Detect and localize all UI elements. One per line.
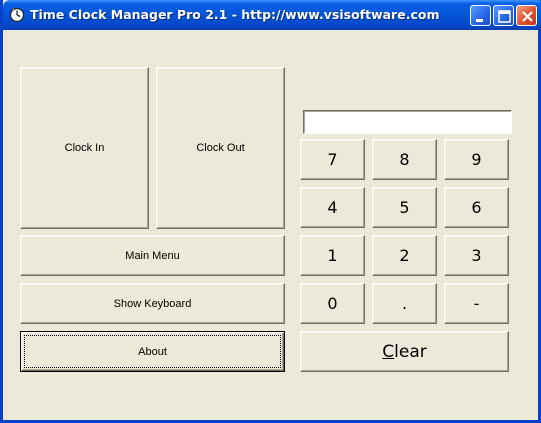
key-5-button[interactable]: 5 <box>372 187 437 228</box>
key-label: 2 <box>399 246 410 265</box>
show-keyboard-button[interactable]: Show Keyboard <box>20 283 285 324</box>
window-title: Time Clock Manager Pro 2.1 - http://www.… <box>30 7 440 22</box>
minimize-button[interactable] <box>470 5 491 26</box>
clock-out-button[interactable]: Clock Out <box>156 67 285 229</box>
clock-out-label: Clock Out <box>196 142 245 154</box>
maximize-icon <box>498 10 511 23</box>
key-9-button[interactable]: 9 <box>444 139 509 180</box>
about-button[interactable]: About <box>20 331 285 372</box>
key-2-button[interactable]: 2 <box>372 235 437 276</box>
key-0-button[interactable]: 0 <box>300 283 365 324</box>
key-label: 1 <box>327 246 338 265</box>
app-window: Time Clock Manager Pro 2.1 - http://www.… <box>0 0 541 423</box>
key-7-button[interactable]: 7 <box>300 139 365 180</box>
clear-label-rest: lear <box>394 341 427 362</box>
clock-in-label: Clock In <box>64 142 105 154</box>
key-label: 8 <box>399 150 410 169</box>
key-label: 3 <box>471 246 482 265</box>
key-label: 9 <box>471 150 482 169</box>
key-label: 7 <box>327 150 338 169</box>
key-label: . <box>401 294 408 313</box>
key-4-button[interactable]: 4 <box>300 187 365 228</box>
close-button[interactable] <box>516 5 537 26</box>
main-menu-button[interactable]: Main Menu <box>20 235 285 276</box>
clock-app-icon[interactable] <box>9 7 25 23</box>
key-label: 5 <box>399 198 410 217</box>
clock-in-button[interactable]: Clock In <box>20 67 149 229</box>
key-1-button[interactable]: 1 <box>300 235 365 276</box>
show-keyboard-label: Show Keyboard <box>113 297 192 310</box>
maximize-button[interactable] <box>493 5 514 26</box>
key-minus-button[interactable]: - <box>444 283 509 324</box>
key-3-button[interactable]: 3 <box>444 235 509 276</box>
clear-button[interactable]: Clear <box>300 331 509 372</box>
main-menu-label: Main Menu <box>125 249 180 262</box>
key-label: 4 <box>327 198 338 217</box>
focus-ring <box>24 335 281 368</box>
key-8-button[interactable]: 8 <box>372 139 437 180</box>
clear-label: Clear <box>382 342 426 362</box>
minimize-icon <box>476 19 483 22</box>
key-label: 0 <box>327 294 338 313</box>
key-label: 6 <box>471 198 482 217</box>
key-label: - <box>473 294 480 313</box>
key-6-button[interactable]: 6 <box>444 187 509 228</box>
entry-field[interactable] <box>303 110 512 134</box>
title-bar[interactable]: Time Clock Manager Pro 2.1 - http://www.… <box>3 0 541 30</box>
clear-mnemonic: C <box>382 341 395 362</box>
close-icon <box>522 11 533 22</box>
key-decimal-button[interactable]: . <box>372 283 437 324</box>
